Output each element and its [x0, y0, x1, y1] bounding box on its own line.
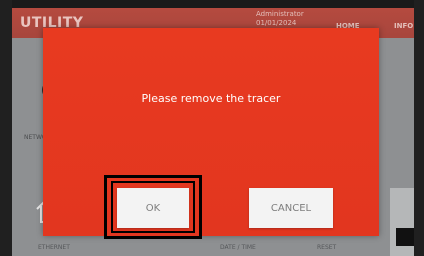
- cancel-button[interactable]: CANCEL: [249, 188, 333, 228]
- bottom-label-2: DATE / TIME: [220, 244, 256, 251]
- device-bezel-right: [414, 0, 424, 256]
- bottom-label-1: ETHERNET: [38, 244, 70, 251]
- user-line-2: 01/01/2024: [256, 19, 297, 27]
- bottom-label-3: RESET: [317, 244, 337, 251]
- alert-dialog: Please remove the tracer OK CANCEL: [43, 28, 379, 239]
- dialog-message: Please remove the tracer: [141, 92, 281, 105]
- background-square-icon: [396, 228, 414, 246]
- device-bezel-left: [0, 0, 12, 256]
- ok-button[interactable]: OK: [117, 188, 189, 228]
- user-line-1: Administrator: [256, 10, 304, 18]
- nav-info[interactable]: INFO: [394, 22, 413, 30]
- user-info: Administrator 01/01/2024: [256, 10, 304, 28]
